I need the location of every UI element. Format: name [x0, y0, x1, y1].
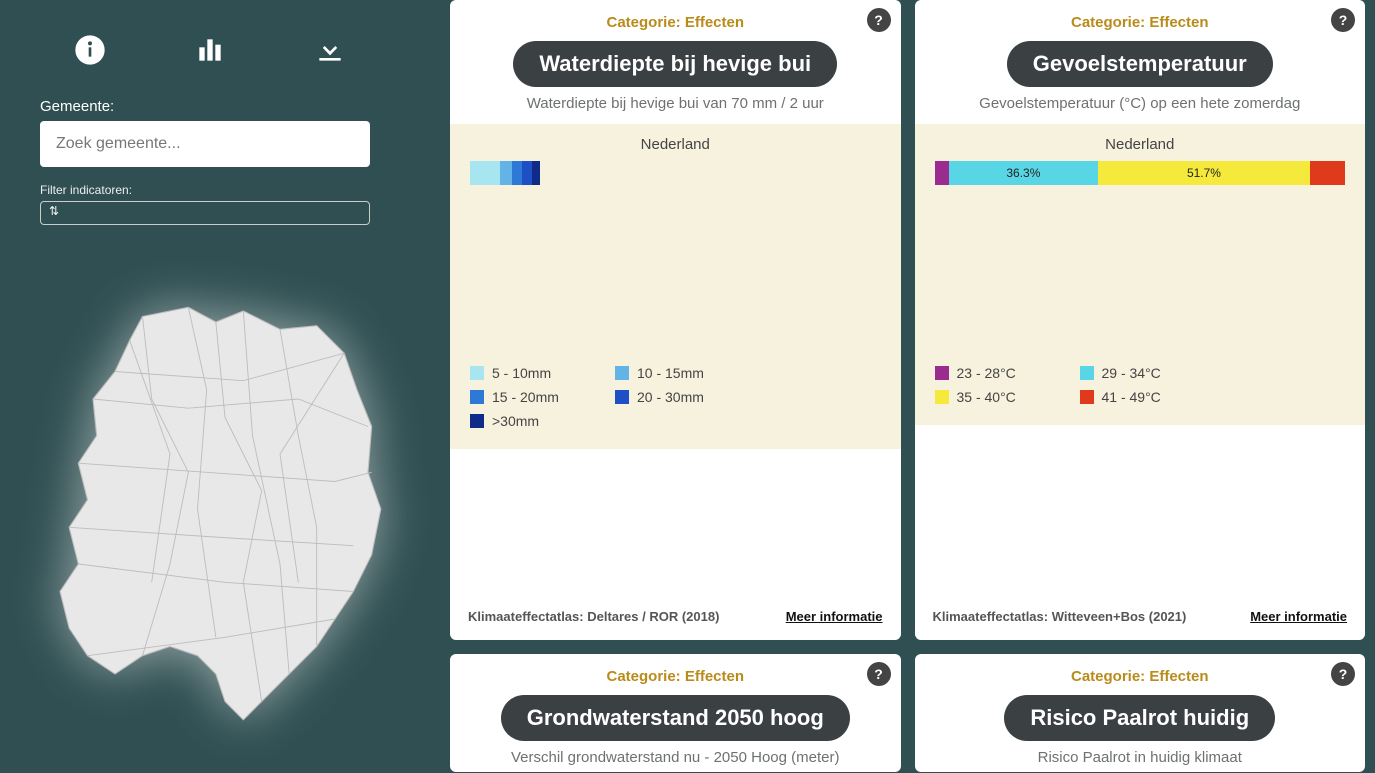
card-category: Categorie: Effecten [450, 654, 901, 685]
region-label: Nederland [935, 136, 1346, 153]
legend: 5 - 10mm 10 - 15mm 15 - 20mm 20 - 30mm >… [470, 365, 881, 429]
card-grondwaterstand: ? Categorie: Effecten Grondwaterstand 20… [450, 654, 901, 772]
gemeente-group: Gemeente: [40, 98, 410, 167]
chart-area: Nederland 5 - 10mm 10 - 15mm 15 - 20mm 2… [450, 124, 901, 449]
card-subtitle: Verschil grondwaterstand nu - 2050 Hoog … [450, 749, 901, 766]
card-footer: Klimaateffectatlas: Witteveen+Bos (2021)… [915, 593, 1366, 640]
swatch [532, 161, 540, 185]
legend-item: 41 - 49°C [1080, 389, 1205, 405]
card-footer: Klimaateffectatlas: Deltares / ROR (2018… [450, 593, 901, 640]
card-waterdiepte: ? Categorie: Effecten Waterdiepte bij he… [450, 0, 901, 640]
gemeente-label: Gemeente: [40, 98, 410, 115]
card-gevoelstemperatuur: ? Categorie: Effecten Gevoelstemperatuur… [915, 0, 1366, 640]
card-title[interactable]: Grondwaterstand 2050 hoog [501, 695, 850, 741]
legend-item: 29 - 34°C [1080, 365, 1205, 381]
card-title[interactable]: Risico Paalrot huidig [1004, 695, 1275, 741]
legend-item: 23 - 28°C [935, 365, 1060, 381]
card-grid: ? Categorie: Effecten Waterdiepte bij he… [450, 0, 1375, 773]
legend-item: 15 - 20mm [470, 389, 595, 405]
more-info-link[interactable]: Meer informatie [786, 609, 883, 624]
card-category: Categorie: Effecten [915, 654, 1366, 685]
help-icon[interactable]: ? [867, 662, 891, 686]
swatch [500, 161, 512, 185]
bar-seg: 51.7% [1098, 161, 1310, 185]
legend-item: 5 - 10mm [470, 365, 595, 381]
legend-item: 10 - 15mm [615, 365, 740, 381]
legend-item: >30mm [470, 413, 595, 429]
bar-seg: 36.3% [949, 161, 1098, 185]
chart-area: Nederland 36.3% 51.7% 23 - 28°C 29 - 34°… [915, 124, 1366, 425]
help-icon[interactable]: ? [1331, 662, 1355, 686]
info-icon[interactable] [70, 30, 110, 70]
bar-seg [1310, 161, 1345, 185]
download-icon[interactable] [310, 30, 350, 70]
source-text: Klimaateffectatlas: Witteveen+Bos (2021) [933, 609, 1187, 624]
legend: 23 - 28°C 29 - 34°C 35 - 40°C 41 - 49°C [935, 365, 1346, 405]
card-title[interactable]: Waterdiepte bij hevige bui [513, 41, 837, 87]
bar-seg [935, 161, 949, 185]
card-category: Categorie: Effecten [450, 0, 901, 31]
filter-select[interactable] [40, 201, 370, 225]
legend-item: 35 - 40°C [935, 389, 1060, 405]
stacked-bar: 36.3% 51.7% [935, 161, 1346, 185]
card-category: Categorie: Effecten [915, 0, 1366, 31]
card-subtitle: Risico Paalrot in huidig klimaat [915, 749, 1366, 766]
region-label: Nederland [470, 136, 881, 153]
swatch-bar [470, 161, 881, 185]
help-icon[interactable]: ? [1331, 8, 1355, 32]
more-info-link[interactable]: Meer informatie [1250, 609, 1347, 624]
card-risico-paalrot: ? Categorie: Effecten Risico Paalrot hui… [915, 654, 1366, 772]
search-input[interactable] [40, 121, 370, 167]
source-text: Klimaateffectatlas: Deltares / ROR (2018… [468, 609, 719, 624]
sidebar: Gemeente: Filter indicatoren: [0, 0, 450, 773]
swatch [512, 161, 522, 185]
filter-label: Filter indicatoren: [40, 183, 410, 197]
swatch [522, 161, 532, 185]
card-subtitle: Gevoelstemperatuur (°C) op een hete zome… [915, 95, 1366, 112]
netherlands-map[interactable] [40, 265, 410, 753]
help-icon[interactable]: ? [867, 8, 891, 32]
legend-item: 20 - 30mm [615, 389, 740, 405]
card-subtitle: Waterdiepte bij hevige bui van 70 mm / 2… [450, 95, 901, 112]
sidebar-icon-row [40, 20, 410, 90]
swatch [470, 161, 500, 185]
card-title[interactable]: Gevoelstemperatuur [1007, 41, 1273, 87]
stats-icon[interactable] [190, 30, 230, 70]
